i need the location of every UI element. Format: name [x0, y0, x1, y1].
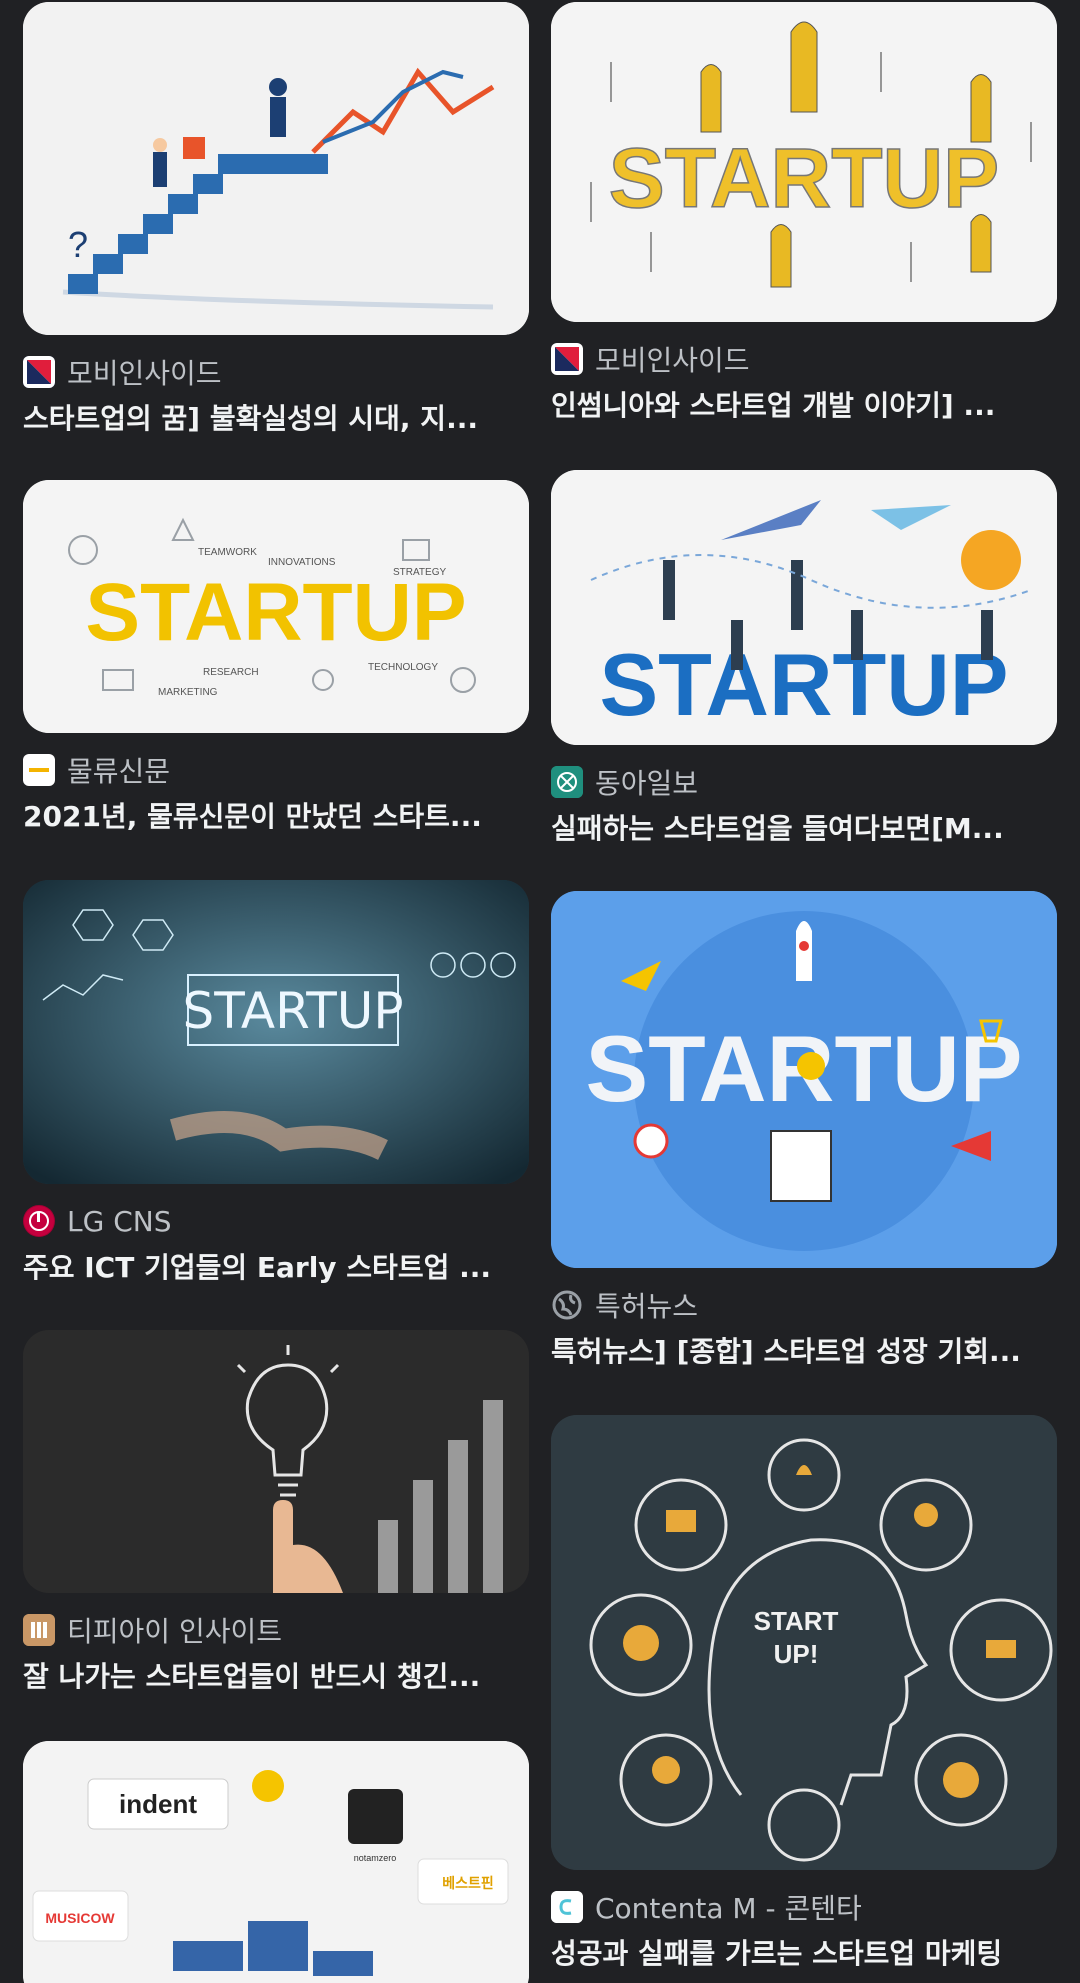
result-source: LG CNS	[23, 1204, 529, 1238]
result-source: 티피아이 인사이트	[23, 1613, 529, 1648]
result-card[interactable]: 티피아이 인사이트 잘 나가는 스타트업들이 반드시 챙긴...	[23, 1330, 529, 1697]
startup-tech-image: STARTUP	[23, 880, 529, 1184]
result-source: 모비인사이드	[551, 342, 1057, 377]
result-source: 모비인사이드	[23, 355, 529, 390]
source-name: 특허뉴스	[595, 1290, 699, 1323]
result-thumbnail[interactable]: indent MUSICOW notamzero 베스트핀	[23, 1741, 529, 1983]
svg-text:STARTUP: STARTUP	[599, 635, 1008, 734]
tpi-icon	[23, 1614, 55, 1646]
result-thumbnail[interactable]: STARTUP TEAMWORK INNOVATIONS STRATEGY RE…	[23, 480, 529, 733]
result-card[interactable]: indent MUSICOW notamzero 베스트핀	[23, 1741, 529, 1983]
result-thumbnail[interactable]: STARTUP	[551, 891, 1057, 1268]
svg-text:notamzero: notamzero	[354, 1853, 397, 1863]
result-title[interactable]: 잘 나가는 스타트업들이 반드시 챙긴...	[23, 1657, 529, 1697]
result-thumbnail[interactable]: START UP!	[551, 1415, 1057, 1870]
result-card[interactable]: STARTUP 모비인사이드 인썸니아와 스타트업 개발 이야기] ...	[551, 2, 1057, 426]
source-name: 물류신문	[67, 755, 171, 788]
klnews-icon	[23, 754, 55, 786]
lightbulb-chalk-image	[23, 1330, 529, 1593]
result-source: 특허뉴스	[551, 1288, 1057, 1323]
svg-text:START: START	[754, 1606, 839, 1636]
result-card[interactable]: STARTUP 동아일보 실패하는 스타트업을 들여다보면[M...	[551, 470, 1057, 849]
result-source: 동아일보	[551, 765, 1057, 800]
result-title[interactable]: 인썸니아와 스타트업 개발 이야기] ...	[551, 386, 1057, 426]
globe-icon	[551, 1289, 583, 1321]
startup-rockets-image: STARTUP	[551, 2, 1057, 322]
source-name: 모비인사이드	[67, 357, 222, 390]
result-thumbnail[interactable]: STARTUP	[23, 880, 529, 1184]
result-title[interactable]: 특허뉴스] [종합] 스타트업 성장 기회...	[551, 1332, 1057, 1372]
source-name: Contenta M - 콘텐타	[595, 1892, 862, 1925]
lg-icon	[23, 1205, 55, 1237]
svg-text:STARTUP: STARTUP	[609, 131, 999, 225]
result-title[interactable]: 스타트업의 꿈] 불확실성의 시대, 지...	[23, 399, 529, 439]
startup-team-image: STARTUP	[551, 470, 1057, 745]
result-card[interactable]: STARTUP TEAMWORK INNOVATIONS STRATEGY RE…	[23, 480, 529, 837]
result-card[interactable]: ? 모비인사이드 스타트업의 꿈] 불확실성의 시대, 지...	[23, 2, 529, 439]
svg-text:?: ?	[68, 224, 88, 265]
startup-word: STARTUP	[85, 567, 466, 658]
source-name: 티피아이 인사이트	[67, 1615, 282, 1648]
result-thumbnail[interactable]	[23, 1330, 529, 1593]
result-title[interactable]: 성공과 실패를 가르는 스타트업 마케팅	[551, 1934, 1057, 1974]
result-title[interactable]: 실패하는 스타트업을 들여다보면[M...	[551, 809, 1057, 849]
result-card[interactable]: START UP! Contenta M - 콘텐타 성공과 실패를 가르는 스…	[551, 1415, 1057, 1974]
mobiinside-icon	[23, 356, 55, 388]
result-title[interactable]: 주요 ICT 기업들의 Early 스타트업 ...	[23, 1248, 529, 1288]
result-card[interactable]: STARTUP LG CNS 주요 ICT 기업들의 Early 스타트업 ..…	[23, 880, 529, 1288]
mobiinside-icon	[551, 343, 583, 375]
staircase-growth-image: ?	[23, 2, 529, 335]
svg-text:MARKETING: MARKETING	[158, 687, 218, 698]
source-name: LG CNS	[67, 1204, 172, 1238]
svg-text:INNOVATIONS: INNOVATIONS	[268, 557, 336, 568]
startup-head-image: START UP!	[551, 1415, 1057, 1870]
svg-text:STARTUP: STARTUP	[183, 982, 404, 1040]
svg-text:indent: indent	[119, 1789, 197, 1819]
contenta-icon	[551, 1891, 583, 1923]
source-name: 모비인사이드	[595, 344, 750, 377]
result-source: Contenta M - 콘텐타	[551, 1890, 1057, 1925]
svg-text:TEAMWORK: TEAMWORK	[198, 547, 257, 558]
result-thumbnail[interactable]: STARTUP	[551, 2, 1057, 322]
result-source: 물류신문	[23, 753, 529, 788]
result-thumbnail[interactable]: STARTUP	[551, 470, 1057, 745]
source-name: 동아일보	[595, 767, 699, 800]
svg-text:STRATEGY: STRATEGY	[393, 567, 446, 578]
image-results-grid: ? 모비인사이드 스타트업의 꿈] 불확실성의 시대, 지... STARTUP…	[0, 0, 1080, 1983]
result-title[interactable]: 2021년, 물류신문이 만났던 스타트...	[23, 797, 529, 837]
startup-blue-image: STARTUP	[551, 891, 1057, 1268]
svg-text:TECHNOLOGY: TECHNOLOGY	[368, 662, 438, 673]
donga-icon	[551, 766, 583, 798]
svg-text:베스트핀: 베스트핀	[442, 1876, 494, 1892]
result-thumbnail[interactable]: ?	[23, 2, 529, 335]
svg-text:UP!: UP!	[774, 1639, 819, 1669]
svg-text:RESEARCH: RESEARCH	[203, 667, 259, 678]
startup-companies-image: indent MUSICOW notamzero 베스트핀	[23, 1741, 529, 1983]
svg-text:MUSICOW: MUSICOW	[45, 1910, 115, 1926]
result-card[interactable]: STARTUP 특허뉴스 특허뉴스] [종합] 스타트업 성장 기회...	[551, 891, 1057, 1372]
startup-doodle-image: STARTUP TEAMWORK INNOVATIONS STRATEGY RE…	[23, 480, 529, 733]
